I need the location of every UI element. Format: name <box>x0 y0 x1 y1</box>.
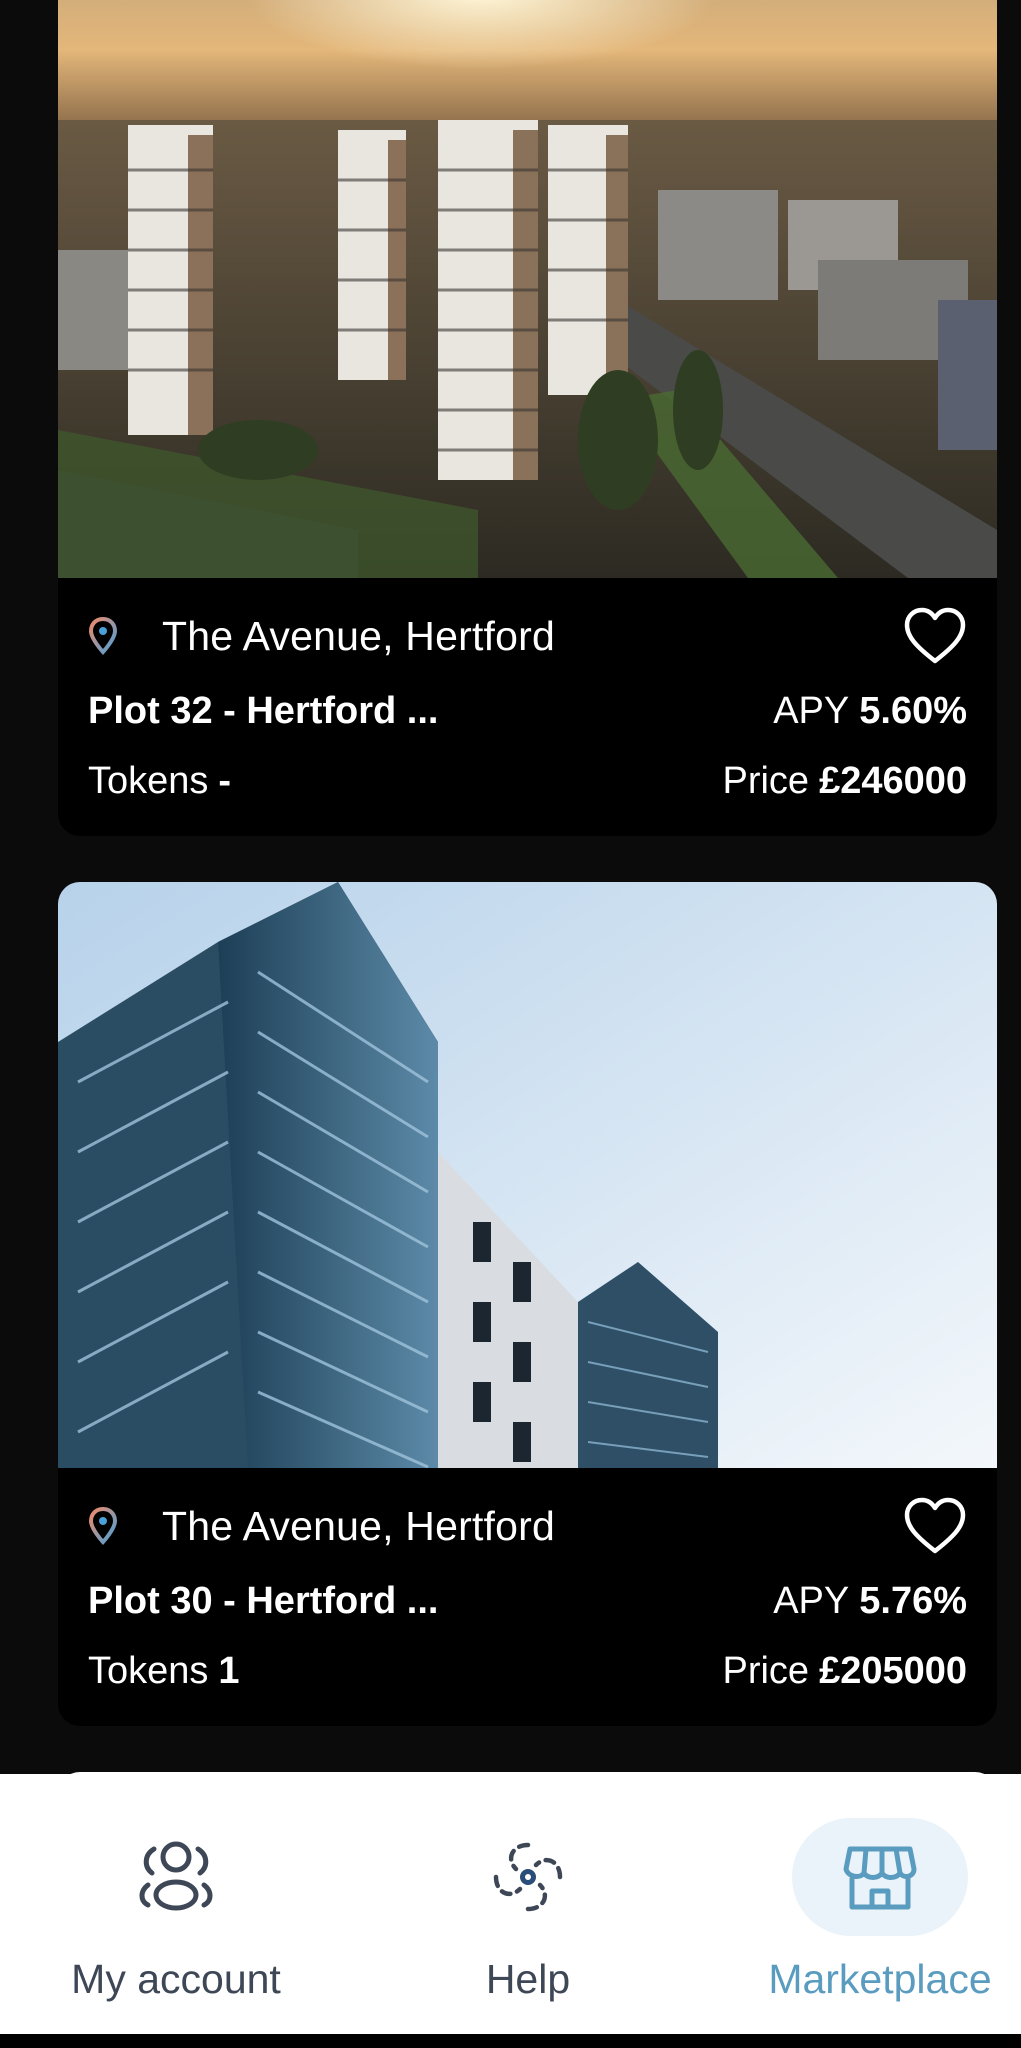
listing-location: The Avenue, Hertford <box>162 1502 555 1549</box>
listing-title[interactable]: Plot 30 - Hertford ... <box>88 1580 438 1623</box>
apy-value: 5.76% <box>859 1579 967 1622</box>
tokens-label: Tokens <box>88 1649 209 1692</box>
nav-label-my-account: My account <box>71 1956 281 2002</box>
apy-value: 5.60% <box>859 689 967 732</box>
nav-item-my-account[interactable]: My account <box>6 1774 346 2034</box>
system-gesture-bar <box>0 2034 1021 2048</box>
help-icon <box>493 1842 563 1912</box>
listing-photo-glass-building <box>58 882 997 1468</box>
nav-item-marketplace[interactable]: Marketplace <box>710 1774 1021 2034</box>
account-icon <box>139 1841 213 1911</box>
price-field: Price £246000 <box>722 760 967 803</box>
apy-field: APY 5.76% <box>773 1580 967 1623</box>
listing-title[interactable]: Plot 32 - Hertford ... <box>88 690 438 733</box>
tokens-field: Tokens - <box>88 760 231 803</box>
apy-label: APY <box>773 689 850 732</box>
bottom-nav: My account Help Marketplace <box>0 1774 1021 2034</box>
heart-outline-icon[interactable] <box>903 607 967 665</box>
apy-field: APY 5.60% <box>773 690 967 733</box>
storefront-icon <box>843 1846 917 1910</box>
help-icon-wrap <box>440 1818 616 1936</box>
account-icon-wrap <box>88 1818 264 1936</box>
map-pin-icon <box>88 1506 118 1545</box>
listing-photo-aerial-towers <box>58 0 997 578</box>
storefront-icon-wrap <box>792 1818 968 1936</box>
nav-item-help[interactable]: Help <box>358 1774 698 2034</box>
price-field: Price £205000 <box>722 1650 967 1693</box>
nav-label-marketplace: Marketplace <box>768 1956 992 2002</box>
listing-card[interactable]: The Avenue, Hertford Plot 32 - Hertford … <box>58 0 997 836</box>
map-pin-icon <box>88 616 118 655</box>
listing-card[interactable]: The Avenue, Hertford Plot 30 - Hertford … <box>58 882 997 1726</box>
tokens-field: Tokens 1 <box>88 1650 240 1693</box>
price-label: Price <box>722 1649 810 1692</box>
apy-label: APY <box>773 1579 850 1622</box>
tokens-value: - <box>218 759 232 802</box>
tokens-value: 1 <box>218 1649 240 1692</box>
nav-label-help: Help <box>485 1956 571 2002</box>
price-label: Price <box>722 759 810 802</box>
listing-photo[interactable] <box>58 0 997 578</box>
price-value: £205000 <box>819 1649 967 1692</box>
price-value: £246000 <box>819 759 967 802</box>
tokens-label: Tokens <box>88 759 209 802</box>
listing-location: The Avenue, Hertford <box>162 612 555 659</box>
listing-photo[interactable] <box>58 882 997 1468</box>
heart-outline-icon[interactable] <box>903 1497 967 1555</box>
